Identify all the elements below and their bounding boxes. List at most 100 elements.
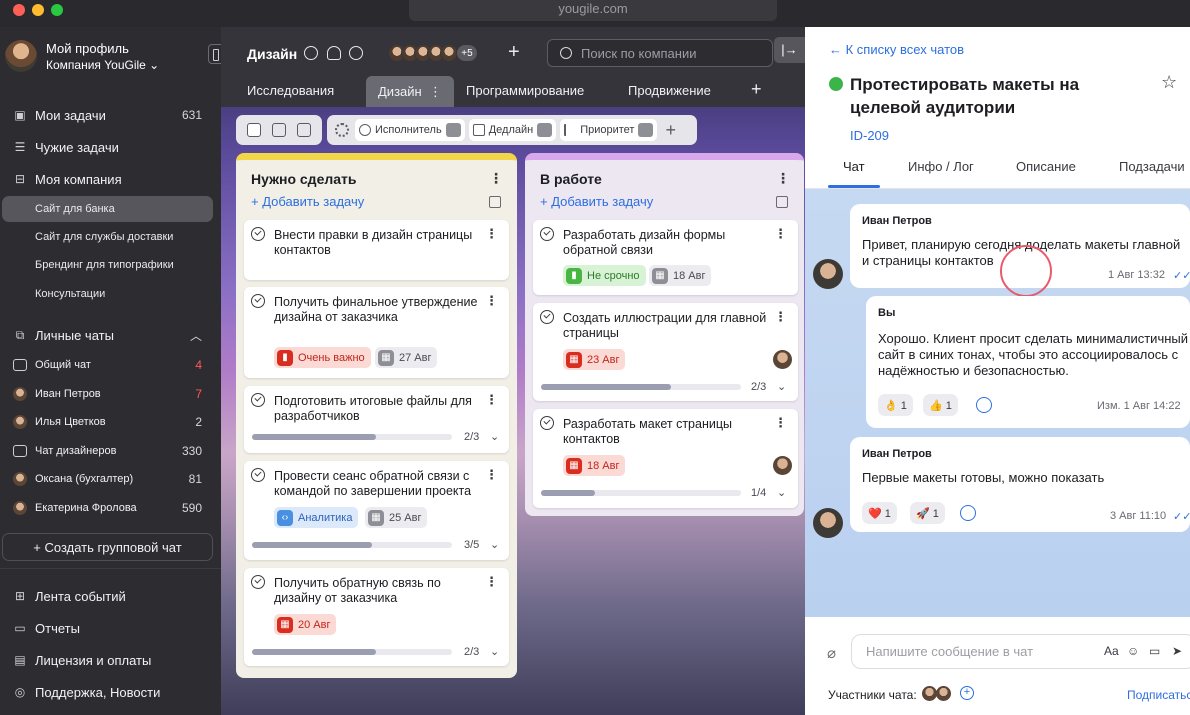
chevron-up-icon[interactable]: ︿ xyxy=(190,327,202,344)
gear-icon[interactable] xyxy=(304,46,318,60)
tab-design[interactable]: Дизайн ⋮ xyxy=(366,76,454,107)
task-card[interactable]: Получить обратную связь по дизайну от за… xyxy=(244,568,509,666)
tab-research[interactable]: Исследования xyxy=(247,83,334,98)
task-checkbox[interactable] xyxy=(540,416,554,430)
card-menu-icon[interactable]: ⋮ xyxy=(774,226,787,242)
tab-menu-icon[interactable]: ⋮ xyxy=(425,84,442,99)
add-member-icon[interactable]: + xyxy=(508,41,520,64)
close-window-button[interactable] xyxy=(13,4,25,16)
filter-deadline[interactable]: Дедлайн xyxy=(468,119,557,141)
card-menu-icon[interactable]: ⋮ xyxy=(485,226,498,242)
task-checkbox[interactable] xyxy=(251,227,265,241)
task-card[interactable]: Создать иллюстрации для главной страницы… xyxy=(533,303,798,401)
chat-item[interactable]: Екатерина Фролова 590 xyxy=(0,494,221,522)
reaction-chip[interactable]: 👌 1 xyxy=(878,394,913,416)
project-item[interactable]: Сайт для банка xyxy=(2,196,213,222)
column-menu-icon[interactable]: ⋮ xyxy=(776,170,790,187)
card-menu-icon[interactable]: ⋮ xyxy=(485,293,498,309)
star-icon[interactable]: ☆ xyxy=(1161,72,1177,93)
send-icon[interactable]: ➤ xyxy=(1172,644,1182,658)
column-settings-icon[interactable] xyxy=(489,196,501,208)
add-participant-icon[interactable]: + xyxy=(960,686,974,700)
task-card[interactable]: Провести сеанс обратной связи с командой… xyxy=(244,461,509,560)
create-group-chat-button[interactable]: + Создать групповой чат xyxy=(2,533,213,561)
task-done-icon[interactable] xyxy=(829,77,843,91)
settings-icon[interactable] xyxy=(335,123,349,137)
column-menu-icon[interactable]: ⋮ xyxy=(489,170,503,187)
card-menu-icon[interactable]: ⋮ xyxy=(485,574,498,590)
video-icon[interactable]: ▭ xyxy=(1149,644,1160,658)
company-selector[interactable]: Компания YouGile ⌄ xyxy=(46,58,159,72)
filter-priority[interactable]: Приоритет xyxy=(560,119,658,141)
minimize-window-button[interactable] xyxy=(32,4,44,16)
task-card[interactable]: Разработать дизайн формы обратной связи … xyxy=(533,220,798,295)
member-avatars[interactable]: +5 xyxy=(388,44,478,62)
task-card[interactable]: Подготовить итоговые файлы для разработч… xyxy=(244,386,509,453)
sidebar-item-my-tasks[interactable]: ▣ Мои задачи 631 xyxy=(0,101,221,129)
sidebar-item-license[interactable]: ▤ Лицензия и оплаты xyxy=(0,646,221,674)
filter-assignee[interactable]: Исполнитель xyxy=(355,119,465,141)
url-bar[interactable]: yougile.com xyxy=(409,0,777,21)
subscribe-link[interactable]: Подписаться xyxy=(1127,688,1190,702)
task-card[interactable]: Внести правки в дизайн страницы контакто… xyxy=(244,220,509,280)
chevron-down-icon[interactable]: ⌄ xyxy=(777,486,786,499)
add-task-button[interactable]: + Добавить задачу xyxy=(251,194,364,209)
tab-subtasks[interactable]: Подзадачи xyxy=(1119,159,1185,174)
sidebar-item-events[interactable]: ⊞ Лента событий xyxy=(0,582,221,610)
tab-programming[interactable]: Программирование xyxy=(466,83,584,98)
text-format-icon[interactable]: Aa xyxy=(1104,644,1119,658)
task-card[interactable]: Получить финальное утверждение дизайна о… xyxy=(244,287,509,378)
task-checkbox[interactable] xyxy=(540,310,554,324)
chat-item[interactable]: Оксана (бухгалтер) 81 xyxy=(0,465,221,493)
kanban-view-icon[interactable] xyxy=(247,123,262,137)
chat-item[interactable]: Иван Петров 7 xyxy=(0,380,221,408)
card-menu-icon[interactable]: ⋮ xyxy=(485,392,498,408)
chevron-down-icon[interactable]: ⌄ xyxy=(777,380,786,393)
tab-promotion[interactable]: Продвижение xyxy=(628,83,711,98)
add-tab-icon[interactable]: + xyxy=(751,79,762,100)
gantt-view-icon[interactable] xyxy=(296,123,311,137)
search-input[interactable]: Поиск по компании xyxy=(547,39,773,67)
task-id[interactable]: ID-209 xyxy=(850,128,889,143)
project-item[interactable]: Брендинг для типографики xyxy=(0,252,221,278)
tab-info-log[interactable]: Инфо / Лог xyxy=(908,159,974,174)
add-reaction-icon[interactable] xyxy=(976,397,992,413)
profile-menu[interactable]: Мой профиль Компания YouGile ⌄ xyxy=(5,40,159,72)
sidebar-item-support[interactable]: ◎ Поддержка, Новости xyxy=(0,678,221,706)
card-menu-icon[interactable]: ⋮ xyxy=(485,467,498,483)
chat-item[interactable]: Общий чат 4 xyxy=(0,351,221,379)
bell-icon[interactable] xyxy=(327,46,341,60)
chevron-down-icon[interactable]: ⌄ xyxy=(490,538,499,551)
add-filter-icon[interactable]: + xyxy=(665,120,676,141)
reaction-chip[interactable]: 👍 1 xyxy=(923,394,958,416)
avatar[interactable] xyxy=(922,686,937,701)
calendar-view-icon[interactable] xyxy=(271,123,286,137)
task-checkbox[interactable] xyxy=(251,575,265,589)
add-task-button[interactable]: + Добавить задачу xyxy=(540,194,653,209)
sidebar-item-my-company[interactable]: ⊟ Моя компания xyxy=(0,165,221,193)
sidebar-item-others-tasks[interactable]: ☰ Чужие задачи xyxy=(0,133,221,161)
task-checkbox[interactable] xyxy=(251,393,265,407)
task-checkbox[interactable] xyxy=(251,468,265,482)
reaction-chip[interactable]: 🚀 1 xyxy=(910,502,945,524)
project-item[interactable]: Консультации xyxy=(0,281,221,307)
project-item[interactable]: Сайт для службы доставки xyxy=(0,224,221,250)
chat-item[interactable]: Илья Цветков 2 xyxy=(0,408,221,436)
avatar[interactable] xyxy=(936,686,951,701)
help-icon[interactable] xyxy=(349,46,363,60)
tab-description[interactable]: Описание xyxy=(1016,159,1076,174)
column-settings-icon[interactable] xyxy=(776,196,788,208)
card-menu-icon[interactable]: ⋮ xyxy=(774,415,787,431)
attachment-icon[interactable]: ⌀ xyxy=(827,644,836,662)
add-reaction-icon[interactable] xyxy=(960,505,976,521)
sidebar-item-personal-chats[interactable]: ⧉ Личные чаты ︿ xyxy=(0,321,221,349)
card-menu-icon[interactable]: ⋮ xyxy=(774,309,787,325)
back-to-chats-link[interactable]: ← К списку всех чатов xyxy=(829,42,964,57)
tab-chat[interactable]: Чат xyxy=(843,159,865,174)
sidebar-item-reports[interactable]: ▭ Отчеты xyxy=(0,614,221,642)
chevron-down-icon[interactable]: ⌄ xyxy=(490,645,499,658)
maximize-window-button[interactable] xyxy=(51,4,63,16)
task-checkbox[interactable] xyxy=(251,294,265,308)
message-input[interactable]: Напишите сообщение в чат Aa ☺ ▭ ➤ xyxy=(851,634,1190,669)
chat-item[interactable]: Чат дизайнеров 330 xyxy=(0,437,221,465)
